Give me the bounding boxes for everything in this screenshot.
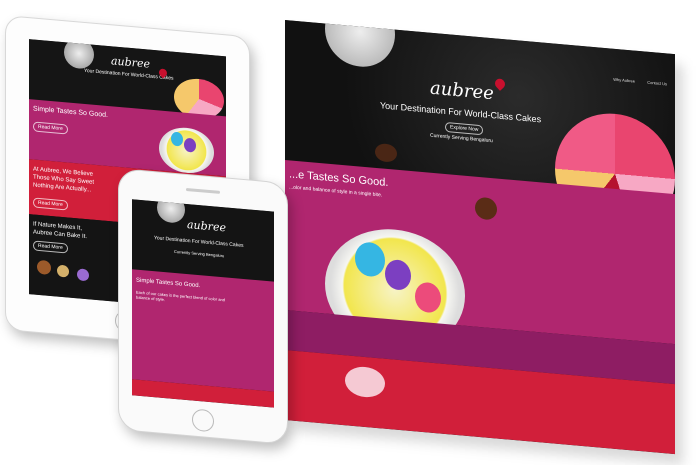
plate-image <box>157 199 185 224</box>
tablet-section1-heading: Simple Tastes So Good. <box>33 105 108 120</box>
tablet-read-more-2[interactable]: Read More <box>33 197 68 211</box>
desktop-subtext: Currently Serving Bengaluru <box>430 132 493 145</box>
phone-screen: aubree Your Destination For World-Class … <box>132 199 274 408</box>
cookie-image <box>57 264 69 278</box>
desktop-logo[interactable]: aubree <box>430 78 494 105</box>
phone-tagline: Your Destination For World-Class Cakes <box>154 235 244 249</box>
desktop-nav-contact[interactable]: Contact Us <box>647 80 667 87</box>
phone-hero: aubree Your Destination For World-Class … <box>132 199 274 282</box>
phone-section-body: Each of our cakes is the perfect blend o… <box>136 289 225 303</box>
cookie-image <box>37 259 51 276</box>
balloon-image <box>184 137 196 153</box>
desktop-nav-about[interactable]: Why Aubree <box>613 77 635 84</box>
desktop-page: Why Aubree Contact Us aubree Your Destin… <box>285 20 675 455</box>
phone-subtext: Currently Serving Bengaluru <box>174 248 225 259</box>
phone-logo[interactable]: aubree <box>187 218 226 234</box>
desktop-tagline: Your Destination For World-Class Cakes <box>380 100 542 125</box>
phone-mockup: aubree Your Destination For World-Class … <box>118 168 288 445</box>
tablet-read-more-1[interactable]: Read More <box>33 121 68 135</box>
phone-section-heading: Simple Tastes So Good. <box>136 277 201 290</box>
plate-image <box>64 39 94 70</box>
explore-button[interactable]: Explore Now <box>445 121 484 136</box>
balloon-image <box>171 131 183 147</box>
phone-pink-section: Simple Tastes So Good. Each of our cakes… <box>132 269 274 392</box>
muffin-image <box>475 196 497 221</box>
tablet-section3-text: If Nature Makes It, Aubree Can Bake It. <box>33 220 87 241</box>
tablet-read-more-3[interactable]: Read More <box>33 240 68 254</box>
dessert-image <box>345 365 385 399</box>
chocolate-cupcake-image <box>375 142 397 163</box>
tablet-logo[interactable]: aubree <box>111 54 150 70</box>
heart-icon <box>492 76 508 91</box>
desktop-mockup: Why Aubree Contact Us aubree Your Destin… <box>285 20 683 465</box>
plate-image <box>325 20 395 70</box>
macaron-image <box>77 268 89 282</box>
tablet-section2-text: At Aubree, We Believe Those Who Say Swee… <box>33 165 94 194</box>
